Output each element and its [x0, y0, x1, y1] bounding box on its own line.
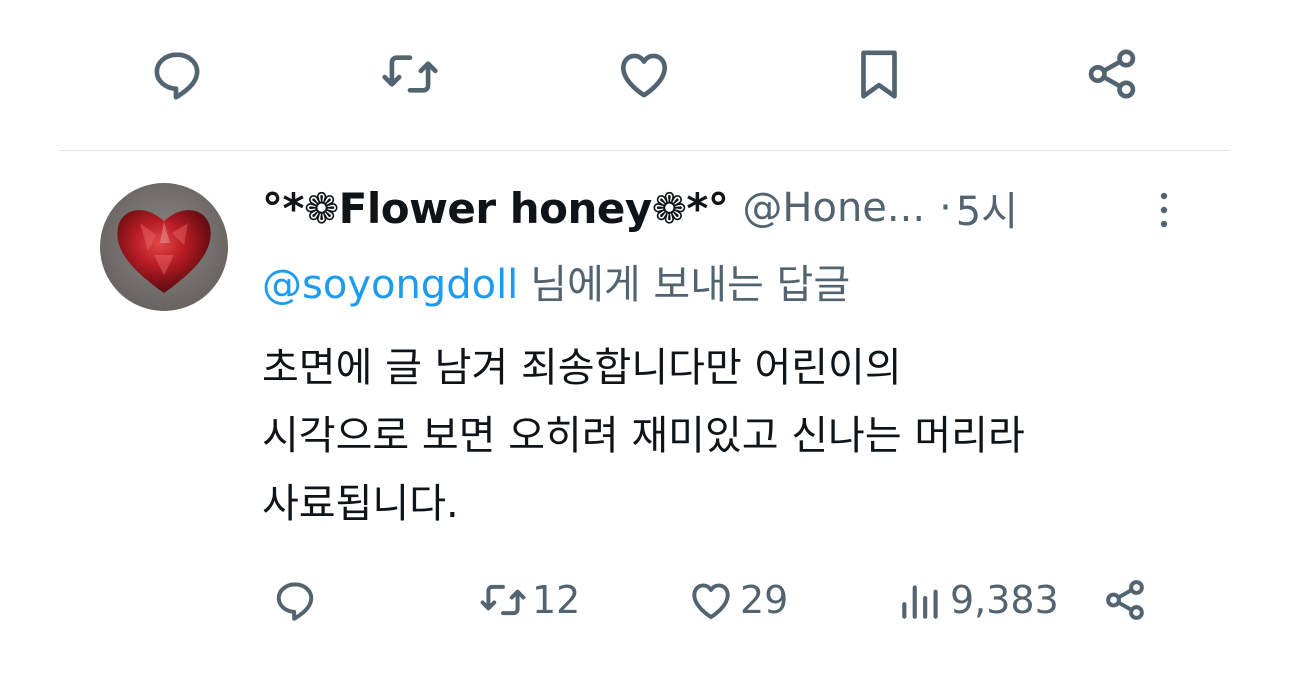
reply-to-suffix: 님에게 보내는 답글 — [530, 262, 851, 308]
more-vertical-icon — [1160, 192, 1168, 228]
reply-button[interactable] — [143, 40, 211, 108]
share-icon — [1106, 580, 1144, 620]
reply-icon — [276, 582, 314, 621]
heart-icon — [692, 583, 730, 620]
avatar[interactable] — [100, 183, 228, 311]
red-heart-gem-avatar-icon — [117, 210, 211, 293]
reply-button[interactable] — [270, 570, 320, 630]
share-button[interactable] — [1100, 570, 1150, 630]
user-handle[interactable]: @Hone... — [742, 185, 925, 231]
retweet-button[interactable] — [376, 40, 444, 108]
retweet-icon — [382, 55, 438, 93]
share-button[interactable] — [1078, 40, 1146, 108]
like-button[interactable]: 29 — [686, 570, 788, 630]
reply-action-bar: 12 29 9,383 — [0, 570, 1290, 630]
share-icon — [1088, 49, 1136, 99]
like-button[interactable] — [610, 40, 678, 108]
parent-tweet-action-bar — [0, 0, 1290, 150]
retweet-count: 12 — [532, 578, 581, 622]
reply-header: °*❁Flower honey❁*° @Hone... · 5시 — [262, 176, 1192, 240]
separator-dot: · — [939, 185, 952, 231]
retweet-button[interactable]: 12 — [478, 570, 580, 630]
views-count: 9,383 — [950, 578, 1059, 622]
retweet-icon — [480, 584, 526, 616]
bookmark-icon — [861, 50, 897, 99]
views-button[interactable]: 9,383 — [896, 570, 1059, 630]
divider — [60, 150, 1230, 151]
reply-to-mention-link[interactable]: @soyongdoll — [262, 262, 518, 308]
tweet-text-line: 초면에 글 남겨 죄송합니다만 어린이의 — [262, 345, 902, 391]
tweet-text-line: 사료됩니다. — [262, 481, 459, 527]
display-name[interactable]: °*❁Flower honey❁*° — [262, 184, 729, 233]
tweet-text-line: 시각으로 보면 오히려 재미있고 신나는 머리라 — [262, 413, 1025, 459]
replying-to-line: @soyongdoll 님에게 보내는 답글 — [262, 252, 850, 310]
timestamp[interactable]: 5시 — [956, 179, 1018, 237]
reply-icon — [154, 52, 200, 100]
bookmark-button[interactable] — [845, 40, 913, 108]
like-count: 29 — [740, 578, 789, 622]
more-options-button[interactable] — [1150, 186, 1178, 234]
views-chart-icon — [902, 585, 938, 619]
heart-icon — [621, 53, 667, 98]
tweet-text: 초면에 글 남겨 죄송합니다만 어린이의 시각으로 보면 오히려 재미있고 신나… — [262, 334, 1192, 538]
